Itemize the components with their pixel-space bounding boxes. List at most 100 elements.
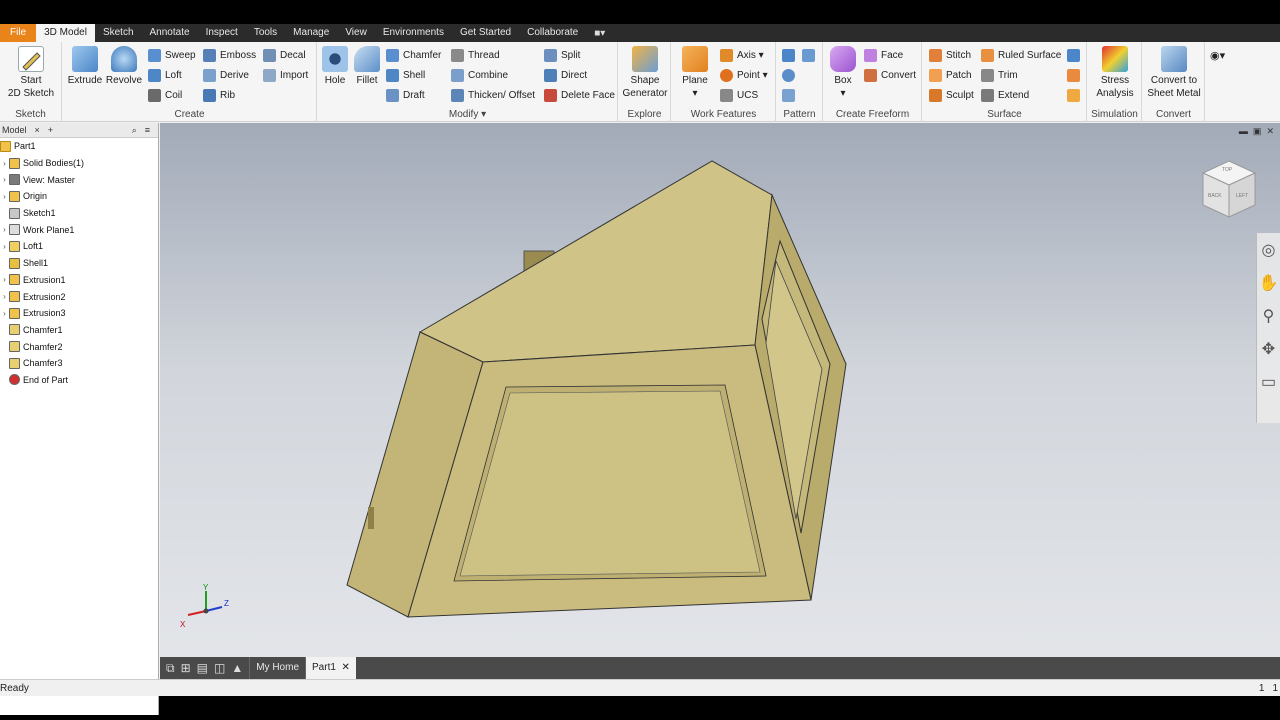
expand-arrow-icon[interactable]: › [0, 292, 9, 301]
extend-button[interactable]: Extend [981, 86, 1029, 104]
browser-tab-model[interactable]: Model [2, 125, 27, 135]
ruled-surface-button[interactable]: Ruled Surface [981, 46, 1061, 64]
camera-dropdown-icon[interactable]: ■▾ [594, 28, 605, 39]
stitch-button[interactable]: Stitch [929, 46, 971, 64]
fillet-button[interactable]: Fillet [352, 46, 382, 87]
tab-sketch[interactable]: Sketch [95, 24, 142, 42]
shell-button[interactable]: Shell [386, 66, 425, 84]
browser-tab-close-icon[interactable]: × [35, 125, 40, 135]
tree-item[interactable]: Chamfer3 [0, 355, 158, 372]
stress-analysis-button[interactable]: Stress Analysis [1091, 46, 1139, 100]
import-button[interactable]: Import [263, 66, 308, 84]
look-at-icon[interactable]: ▭ [1257, 365, 1280, 398]
patch-button[interactable]: Patch [929, 66, 972, 84]
point-button[interactable]: Point ▾ [720, 66, 768, 84]
expand-arrow-icon[interactable]: › [0, 192, 9, 201]
draft-button[interactable]: Draft [386, 86, 425, 104]
freeform-face-button[interactable]: Face [864, 46, 903, 64]
start-2d-sketch-button[interactable]: Start 2D Sketch [6, 46, 56, 100]
delete-face-button[interactable]: Delete Face [544, 86, 615, 104]
steering-wheel-icon[interactable]: ◎ [1257, 233, 1280, 266]
derive-button[interactable]: Derive [203, 66, 249, 84]
mirror-button[interactable] [802, 46, 819, 64]
extrude-button[interactable]: Extrude [67, 46, 103, 87]
axis-button[interactable]: Axis ▾ [720, 46, 764, 64]
tab-manage[interactable]: Manage [285, 24, 337, 42]
viewcube[interactable]: TOP BACK LEFT [1200, 159, 1258, 224]
tile-vertical-icon[interactable]: ◫ [214, 661, 225, 675]
coil-button[interactable]: Coil [148, 86, 182, 104]
expand-arrow-icon[interactable]: › [0, 309, 9, 318]
tab-3d-model[interactable]: 3D Model [36, 24, 95, 42]
tree-item[interactable]: › Extrusion1 [0, 272, 158, 289]
doc-tab-part1[interactable]: Part1 ✕ [305, 657, 356, 679]
revolve-button[interactable]: Revolve [105, 46, 143, 87]
ucs-button[interactable]: UCS [720, 86, 758, 104]
browser-add-icon[interactable]: + [48, 125, 53, 135]
panel-title-modify[interactable]: Modify ▾ [318, 109, 617, 120]
tile-horizontal-icon[interactable]: ▤ [197, 661, 208, 675]
replace-face-button[interactable] [1067, 46, 1084, 64]
tree-item[interactable]: Sketch1 [0, 205, 158, 222]
freeform-convert-button[interactable]: Convert [864, 66, 916, 84]
expand-arrow-icon[interactable]: › [0, 159, 9, 168]
decal-button[interactable]: Decal [263, 46, 306, 64]
repair-bodies-button[interactable] [1067, 66, 1084, 84]
sweep-button[interactable]: Sweep [148, 46, 196, 64]
tab-get-started[interactable]: Get Started [452, 24, 519, 42]
browser-menu-icon[interactable]: ≡ [145, 125, 150, 135]
tree-item[interactable]: Shell1 [0, 255, 158, 272]
tree-item[interactable]: › View: Master [0, 171, 158, 188]
expand-arrow-icon[interactable]: › [0, 175, 9, 184]
tree-item[interactable]: › Extrusion3 [0, 305, 158, 322]
loft-button[interactable]: Loft [148, 66, 182, 84]
doc-tab-close-icon[interactable]: ✕ [341, 662, 349, 673]
convert-to-sheet-metal-button[interactable]: Convert to Sheet Metal [1145, 46, 1203, 100]
rib-button[interactable]: Rib [203, 86, 235, 104]
tab-tools[interactable]: Tools [246, 24, 285, 42]
tree-root-part[interactable]: Part1 [0, 138, 158, 155]
tree-item[interactable]: Chamfer2 [0, 338, 158, 355]
sketch-driven-pattern-button[interactable] [782, 86, 799, 104]
tree-item[interactable]: › Extrusion2 [0, 288, 158, 305]
tab-environments[interactable]: Environments [375, 24, 452, 42]
plane-button[interactable]: Plane ▾ [678, 46, 712, 100]
tab-inspect[interactable]: Inspect [198, 24, 246, 42]
tab-arrange-up-icon[interactable]: ▲ [231, 661, 243, 675]
tree-item[interactable]: End of Part [0, 372, 158, 389]
tree-item[interactable]: Chamfer1 [0, 322, 158, 339]
hole-button[interactable]: Hole [320, 46, 350, 87]
browser-search-icon[interactable]: ⌕ [132, 125, 137, 136]
shape-generator-button[interactable]: Shape Generator [622, 46, 668, 100]
tab-collaborate[interactable]: Collaborate [519, 24, 586, 42]
tree-item[interactable]: › Work Plane1 [0, 221, 158, 238]
freeform-box-button[interactable]: Box ▾ [828, 46, 858, 100]
circular-pattern-button[interactable] [782, 66, 799, 84]
rectangular-pattern-button[interactable] [782, 46, 799, 64]
emboss-button[interactable]: Emboss [203, 46, 256, 64]
expand-arrow-icon[interactable]: › [0, 225, 9, 234]
combine-button[interactable]: Combine [451, 66, 508, 84]
tree-item[interactable]: › Origin [0, 188, 158, 205]
doc-tab-my-home[interactable]: My Home [249, 657, 305, 679]
thicken-offset-button[interactable]: Thicken/ Offset [451, 86, 535, 104]
trim-button[interactable]: Trim [981, 66, 1018, 84]
file-menu-tab[interactable]: File [0, 24, 37, 42]
fit-mesh-face-button[interactable] [1067, 86, 1084, 104]
zoom-icon[interactable]: ⚲ [1257, 299, 1280, 332]
tile-windows-icon[interactable]: ⊞ [181, 661, 191, 675]
pan-icon[interactable]: ✋ [1257, 266, 1280, 299]
ribbon-options-dropdown[interactable]: ◉▾ [1210, 46, 1225, 64]
sculpt-button[interactable]: Sculpt [929, 86, 974, 104]
direct-button[interactable]: Direct [544, 66, 587, 84]
tab-annotate[interactable]: Annotate [142, 24, 198, 42]
thread-button[interactable]: Thread [451, 46, 500, 64]
chamfer-button[interactable]: Chamfer [386, 46, 441, 64]
part-model[interactable] [160, 123, 1280, 681]
graphics-viewport[interactable]: ▬ ▣ ✕ TOP BACK LEFT ◎ ✋ ⚲ ✥ ▭ X Y Z [160, 123, 1280, 681]
cascade-windows-icon[interactable]: ⧉ [166, 661, 175, 676]
expand-arrow-icon[interactable]: › [0, 242, 9, 251]
tree-item[interactable]: › Loft1 [0, 238, 158, 255]
orbit-icon[interactable]: ✥ [1257, 332, 1280, 365]
tree-item[interactable]: › Solid Bodies(1) [0, 155, 158, 172]
